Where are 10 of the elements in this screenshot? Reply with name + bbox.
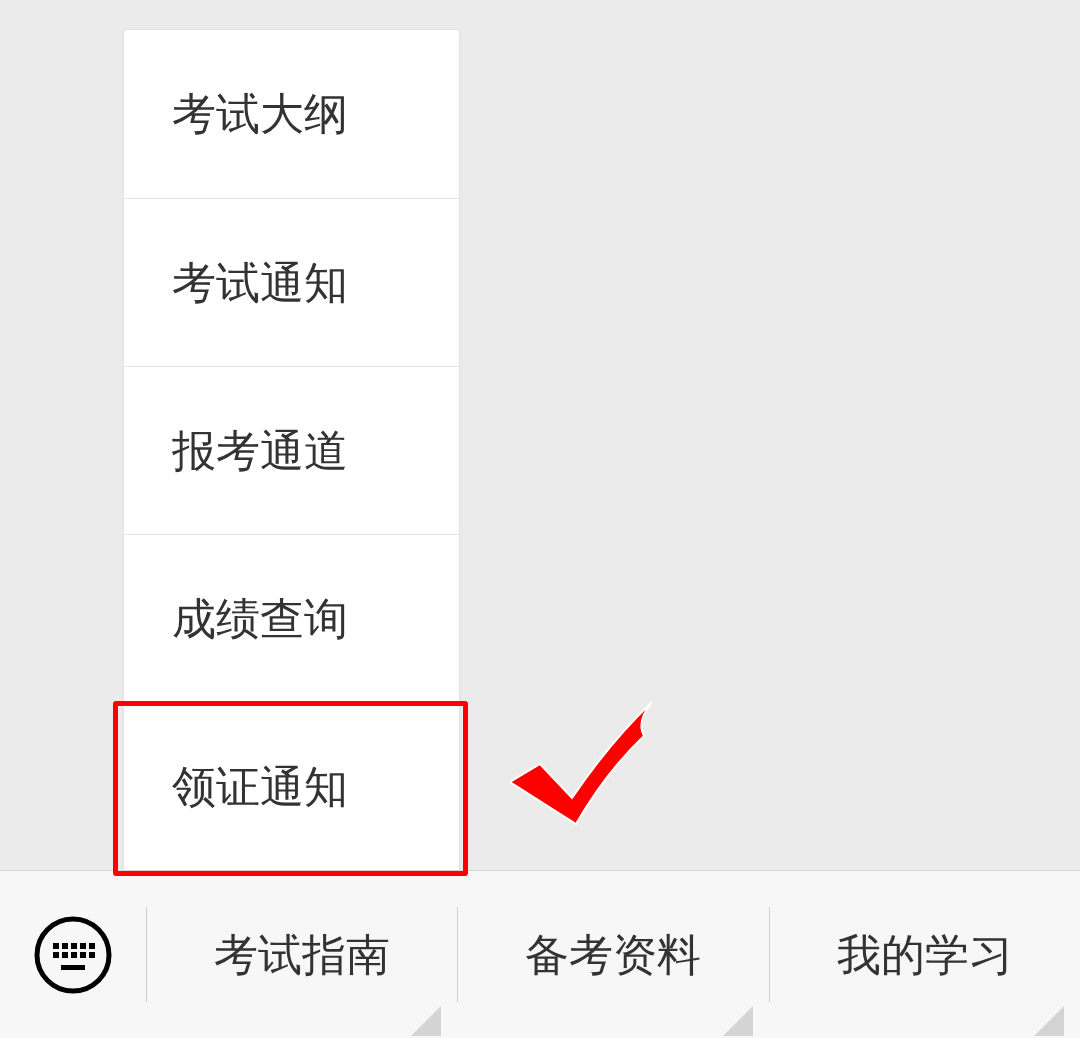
menu-item[interactable]: 考试大纲 bbox=[172, 81, 348, 147]
keyboard-icon[interactable] bbox=[33, 914, 113, 995]
checkmark-icon bbox=[510, 702, 656, 826]
menu-item[interactable]: 考试通知 bbox=[172, 249, 348, 316]
menu-tab[interactable]: 我的学习 bbox=[836, 921, 1013, 988]
menu-item[interactable]: 领证通知 bbox=[172, 753, 348, 820]
menu-tab[interactable]: 考试指南 bbox=[214, 921, 391, 988]
menu-item[interactable]: 成绩查询 bbox=[172, 585, 348, 652]
menu-tab[interactable]: 备考资料 bbox=[525, 921, 702, 988]
menu-item[interactable]: 报考通道 bbox=[172, 417, 348, 484]
